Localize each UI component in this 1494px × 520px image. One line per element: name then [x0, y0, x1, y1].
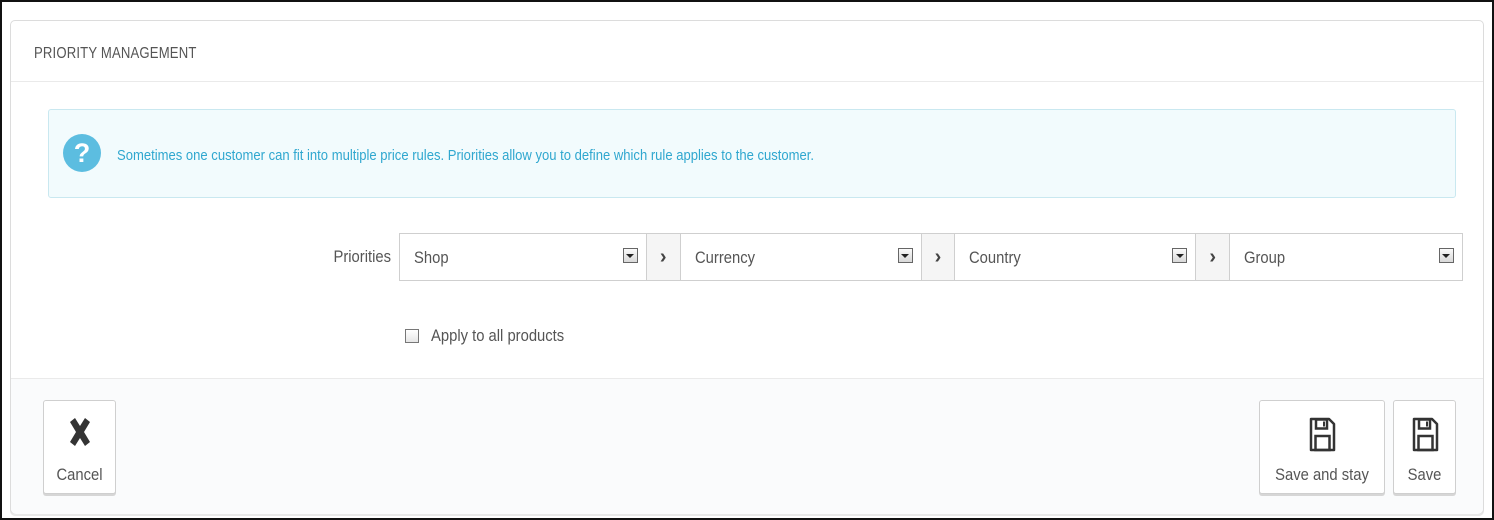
panel-heading: PRIORITY MANAGEMENT — [11, 21, 1483, 82]
priorities-label: Priorities — [333, 247, 391, 266]
priorities-group: Shop › Currency › Country › Group — [399, 233, 1463, 281]
apply-all-checkbox[interactable] — [405, 329, 419, 343]
window-frame: PRIORITY MANAGEMENT ? Sometimes one cust… — [0, 0, 1494, 520]
dropdown-arrow-icon[interactable] — [897, 248, 913, 263]
info-alert: ? Sometimes one customer can fit into mu… — [48, 109, 1456, 198]
priority-select-2[interactable]: Currency — [681, 234, 922, 280]
close-icon — [69, 418, 90, 446]
dropdown-arrow-icon[interactable] — [1438, 248, 1454, 263]
floppy-disk-icon — [1309, 417, 1336, 452]
save-and-stay-button[interactable]: Save and stay — [1259, 400, 1385, 494]
priority-select-2-value: Currency — [694, 248, 755, 267]
dropdown-arrow-icon[interactable] — [622, 248, 638, 263]
priority-select-3[interactable]: Country — [955, 234, 1197, 280]
priority-select-4-value: Group — [1244, 248, 1286, 267]
priority-select-1[interactable]: Shop — [400, 234, 647, 280]
save-and-stay-label: Save and stay — [1275, 465, 1369, 484]
cancel-button[interactable]: Cancel — [43, 400, 116, 494]
chevron-right-icon: › — [646, 234, 681, 280]
apply-all-row: Apply to all products — [405, 325, 584, 347]
panel-title: PRIORITY MANAGEMENT — [34, 45, 197, 62]
chevron-right-icon: › — [921, 234, 956, 280]
apply-all-label[interactable]: Apply to all products — [431, 326, 564, 346]
priority-management-panel: PRIORITY MANAGEMENT ? Sometimes one cust… — [10, 20, 1484, 514]
priority-select-3-value: Country — [969, 248, 1022, 267]
save-label: Save — [1407, 465, 1442, 484]
dropdown-arrow-icon[interactable] — [1172, 248, 1188, 263]
cancel-label: Cancel — [56, 465, 103, 484]
save-button[interactable]: Save — [1393, 400, 1456, 494]
chevron-right-icon: › — [1196, 234, 1231, 280]
panel-footer: Cancel Save and stay Save — [11, 378, 1483, 514]
alert-text: Sometimes one customer can fit into mult… — [117, 147, 815, 164]
priority-select-1-value: Shop — [414, 248, 449, 267]
floppy-disk-icon — [1412, 417, 1438, 452]
priority-select-4[interactable]: Group — [1230, 234, 1462, 280]
question-icon: ? — [63, 134, 101, 172]
